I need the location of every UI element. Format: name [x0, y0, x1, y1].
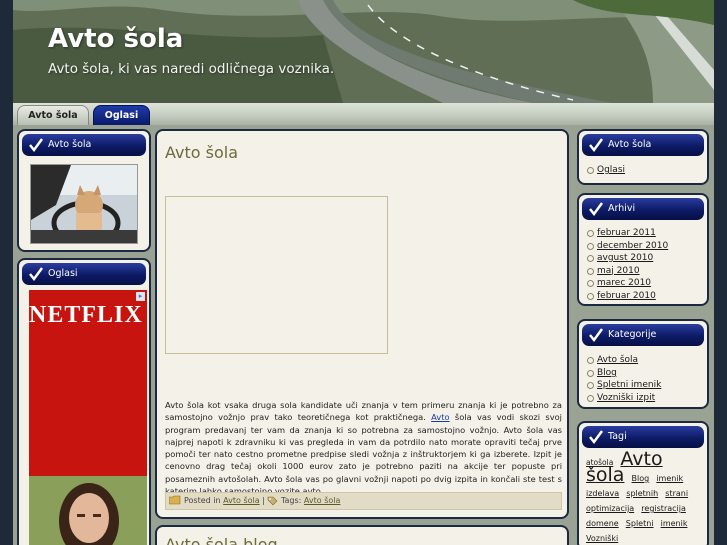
- list-item: maj 2010: [587, 265, 668, 278]
- archive-link[interactable]: februar 2011: [597, 228, 656, 238]
- category-link[interactable]: Spletni imenik: [597, 380, 661, 390]
- right-widget-tagi: Tagi atošola Avto šola Blog imenik izdel…: [577, 421, 709, 545]
- tag-cloud-link[interactable]: imenik: [661, 519, 688, 528]
- list-item: februar 2010: [587, 290, 668, 303]
- embedded-video-frame[interactable]: [165, 196, 388, 354]
- list-item: Avto šola: [587, 354, 661, 367]
- posted-in-category-link[interactable]: Avto šola: [223, 496, 260, 505]
- widget-title-text: Arhivi: [608, 203, 636, 214]
- category-link[interactable]: Blog: [597, 368, 617, 378]
- archive-link[interactable]: maj 2010: [597, 266, 640, 276]
- cat-driving-image[interactable]: [30, 164, 138, 244]
- widget-title-text: Avto šola: [608, 139, 652, 150]
- tag-cloud-link[interactable]: strani: [665, 489, 688, 498]
- archive-link[interactable]: marec 2010: [597, 278, 651, 288]
- second-post: Avto šola blog: [155, 525, 569, 545]
- tag-cloud-link[interactable]: domene: [586, 519, 619, 528]
- widget-title-text: Avto šola: [48, 139, 92, 150]
- tag-icon: [268, 496, 278, 505]
- page-link-oglasi[interactable]: Oglasi: [597, 165, 625, 175]
- list-item: avgust 2010: [587, 252, 668, 265]
- list-item: februar 2011: [587, 227, 668, 240]
- widget-title-text: Oglasi: [48, 268, 78, 279]
- tag-cloud-link[interactable]: Avto: [620, 448, 662, 470]
- checkmark-icon: [589, 138, 604, 153]
- tag-cloud-link[interactable]: optimizacija: [586, 504, 634, 513]
- post-tag-link[interactable]: Avto šola: [304, 496, 341, 505]
- ad-portrait-image: [29, 476, 147, 545]
- widget-title-text: Tagi: [608, 431, 627, 442]
- archive-link[interactable]: december 2010: [597, 241, 668, 251]
- tag-cloud: atošola Avto šola Blog imenik izdelava s…: [586, 450, 702, 545]
- tags-label: Tags:: [280, 496, 302, 505]
- category-link[interactable]: Avto šola: [597, 355, 638, 365]
- post-body: Avto šola kot vsaka druga sola kandidate…: [165, 399, 562, 497]
- archive-list: februar 2011 december 2010 avgust 2010 m…: [587, 227, 668, 302]
- checkmark-icon: [589, 430, 604, 445]
- post-title[interactable]: Avto šola: [165, 143, 238, 162]
- list-item: Vozniški izpit: [587, 392, 661, 405]
- site-title[interactable]: Avto šola: [48, 24, 183, 54]
- netflix-ad-banner[interactable]: NETFLIX ▸: [29, 290, 147, 545]
- folder-icon: [169, 495, 181, 505]
- list-item: Oglasi: [587, 164, 625, 177]
- categories-list: Avto šola Blog Spletni imenik Vozniški i…: [587, 354, 661, 404]
- list-item: Spletni imenik: [587, 379, 661, 392]
- tag-cloud-link[interactable]: šola: [586, 464, 624, 486]
- checkmark-icon: [589, 328, 604, 343]
- cat-in-car-picture: [31, 165, 137, 243]
- tag-cloud-link[interactable]: registracija: [641, 504, 686, 513]
- list-item: marec 2010: [587, 277, 668, 290]
- page-body: Avto šola Oglasi NETFLIX ▸ Avto šola Avt…: [13, 125, 714, 545]
- left-widget-oglasi: Oglasi NETFLIX ▸: [17, 258, 151, 545]
- right-widget-avto-sola: Avto šola Oglasi: [577, 129, 709, 185]
- widget-header: Oglasi: [22, 263, 146, 285]
- post-inline-link[interactable]: Avto: [431, 412, 449, 422]
- right-widget-kategorije: Kategorije Avto šola Blog Spletni imenik…: [577, 319, 709, 409]
- main-post: Avto šola Avto šola kot vsaka druga sola…: [155, 129, 569, 519]
- archive-link[interactable]: avgust 2010: [597, 253, 653, 263]
- post-meta-bar: Posted in Avto šola | Tags: Avto šola: [165, 492, 562, 510]
- tab-oglasi[interactable]: Oglasi: [93, 105, 150, 125]
- widget-header: Arhivi: [582, 198, 704, 220]
- site-header: Avto šola Avto šola, ki vas naredi odlič…: [13, 0, 714, 103]
- ad-choices-icon[interactable]: ▸: [136, 292, 145, 301]
- checkmark-icon: [29, 267, 44, 282]
- left-widget-avto-sola: Avto šola: [17, 129, 151, 252]
- meta-separator: |: [262, 496, 265, 505]
- tag-cloud-link[interactable]: izdelava: [586, 489, 619, 498]
- posted-in-label: Posted in: [184, 496, 221, 505]
- post-body-text-continued: šola vas vodi skozi svoj program predava…: [165, 412, 562, 496]
- widget-title-text: Kategorije: [608, 329, 657, 340]
- tag-cloud-link[interactable]: Spletni: [626, 519, 654, 528]
- site-tagline: Avto šola, ki vas naredi odličnega vozni…: [48, 61, 335, 77]
- nav-bar: Avto šola Oglasi: [13, 103, 714, 125]
- list-item: Blog: [587, 367, 661, 380]
- list-item: december 2010: [587, 240, 668, 253]
- tag-cloud-link[interactable]: spletnih: [626, 489, 658, 498]
- tag-cloud-link[interactable]: Vozniški: [586, 534, 618, 543]
- widget-header: Tagi: [582, 426, 704, 448]
- widget-header: Kategorije: [582, 324, 704, 346]
- tag-cloud-link[interactable]: imenik: [656, 474, 683, 483]
- right-widget-arhivi: Arhivi februar 2011 december 2010 avgust…: [577, 193, 709, 306]
- widget-header: Avto šola: [22, 134, 146, 156]
- widget-header: Avto šola: [582, 134, 704, 156]
- checkmark-icon: [29, 138, 44, 153]
- category-link[interactable]: Vozniški izpit: [597, 393, 655, 403]
- second-post-title[interactable]: Avto šola blog: [165, 535, 278, 545]
- tag-cloud-link[interactable]: Blog: [632, 474, 650, 483]
- ad-brand-text: NETFLIX: [29, 302, 143, 328]
- checkmark-icon: [589, 202, 604, 217]
- tab-avto-sola[interactable]: Avto šola: [17, 105, 89, 125]
- archive-link[interactable]: februar 2010: [597, 291, 656, 301]
- pages-list: Oglasi: [587, 164, 625, 177]
